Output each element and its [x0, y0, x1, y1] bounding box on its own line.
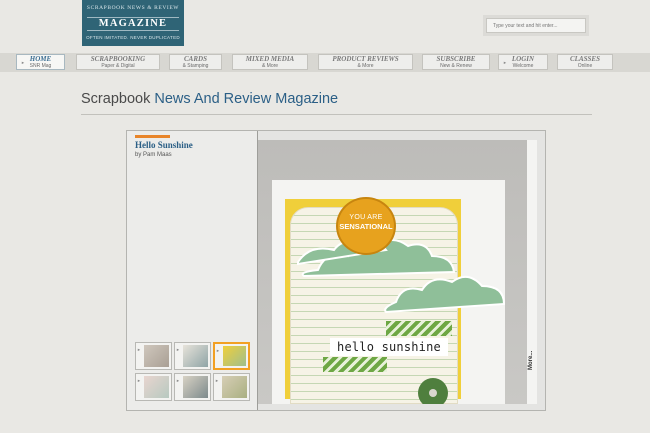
nav-item-subtitle: Paper & Digital	[101, 63, 135, 69]
arrow-icon: ►	[176, 378, 180, 383]
nav-item-subtitle: Online	[577, 63, 593, 69]
nav-item-title: CLASSES	[570, 55, 600, 63]
more-link[interactable]: More...	[528, 340, 534, 370]
nav-item-classes[interactable]: CLASSES Online	[557, 54, 613, 70]
nav-item-title: PRODUCT REVIEWS	[332, 55, 399, 63]
page-title: Scrapbook News And Review Magazine	[81, 91, 338, 107]
arrow-icon: ►	[21, 60, 25, 65]
article-byline: by Pam Maas	[135, 152, 172, 158]
logo-title: MAGAZINE	[87, 17, 179, 31]
nav-item-title: SUBSCRIBE	[436, 55, 476, 63]
thumbnail-image	[144, 376, 169, 398]
arrow-icon: ►	[215, 378, 219, 383]
nav-item-mixed-media[interactable]: MIXED MEDIA & More	[232, 54, 308, 70]
accent-bar	[135, 135, 170, 138]
sensational-badge: YOU ARE SENSATIONAL	[336, 197, 396, 255]
slide-thumbnail[interactable]: ►	[174, 373, 211, 401]
logo-tagline-top: SCRAPBOOK NEWS & REVIEW	[86, 5, 180, 11]
thumbnail-image	[144, 345, 169, 367]
slide-thumbnail[interactable]: ►	[174, 342, 211, 370]
logo-tagline-bottom: OFTEN IMITATED. NEVER DUPLICATED	[86, 35, 180, 40]
slide-thumbnail[interactable]: ►	[135, 373, 172, 401]
hello-sunshine-label: hello sunshine	[330, 338, 448, 356]
thumbnail-image	[223, 346, 246, 366]
nav-item-title: MIXED MEDIA	[245, 55, 295, 63]
nav-item-subtitle: New & Renew	[440, 63, 472, 69]
arrow-icon: ►	[503, 60, 507, 65]
main-nav: ► HOME SNR Mag SCRAPBOOKING Paper & Digi…	[0, 53, 650, 72]
slider-thumbnails: ► ► ► ► ► ►	[135, 342, 251, 404]
cloud-embellishments	[297, 239, 506, 314]
nav-item-title: CARDS	[184, 55, 207, 63]
nav-item-subscribe[interactable]: SUBSCRIBE New & Renew	[422, 54, 490, 70]
arrow-icon: ►	[137, 347, 141, 352]
slide-thumbnail[interactable]: ►	[213, 373, 250, 401]
thumbnail-image	[183, 345, 208, 367]
nav-item-login[interactable]: ► LOGIN Welcome	[498, 54, 548, 70]
nav-item-subtitle: & More	[261, 63, 279, 69]
site-logo[interactable]: SCRAPBOOK NEWS & REVIEW MAGAZINE OFTEN I…	[82, 0, 184, 46]
divider	[81, 114, 592, 115]
nav-item-scrapbooking[interactable]: SCRAPBOOKING Paper & Digital	[76, 54, 160, 70]
green-stripe-tape	[323, 357, 387, 372]
nav-item-cards[interactable]: CARDS & Stamping	[169, 54, 222, 70]
thumbnail-image	[183, 376, 208, 398]
green-stripe-tape	[386, 321, 452, 336]
slide-thumbnail[interactable]: ►	[135, 342, 172, 370]
nav-item-title: SCRAPBOOKING	[90, 55, 146, 63]
flower-center	[429, 389, 437, 397]
nav-item-product-reviews[interactable]: PRODUCT REVIEWS & More	[318, 54, 413, 70]
featured-slider: Hello Sunshine by Pam Maas ► ► ► ► ► ► Y…	[126, 130, 546, 411]
cloud-shape	[384, 275, 506, 314]
page-title-plain: Scrapbook	[81, 91, 151, 107]
article-title-link[interactable]: Hello Sunshine	[135, 140, 193, 150]
search-input[interactable]	[486, 18, 586, 33]
arrow-icon: ►	[176, 347, 180, 352]
search-box	[483, 15, 589, 36]
felt-flower	[418, 378, 448, 404]
arrow-icon: ►	[216, 348, 220, 353]
page-title-accent: News And Review Magazine	[154, 91, 339, 107]
badge-line-2: SENSATIONAL	[339, 222, 393, 231]
nav-item-home[interactable]: ► HOME SNR Mag	[16, 54, 65, 70]
nav-item-subtitle: & Stamping	[182, 63, 209, 69]
nav-item-subtitle: & More	[357, 63, 374, 69]
badge-line-1: YOU ARE	[349, 214, 383, 221]
featured-image[interactable]: YOU ARE SENSATIONAL hello sunshine	[258, 140, 527, 404]
slide-thumbnail-active[interactable]: ►	[213, 342, 250, 370]
thumbnail-image	[222, 376, 247, 398]
slider-info-panel: Hello Sunshine by Pam Maas ► ► ► ► ► ►	[127, 131, 258, 410]
arrow-icon: ►	[137, 378, 141, 383]
more-tab[interactable]: More...	[527, 140, 537, 404]
